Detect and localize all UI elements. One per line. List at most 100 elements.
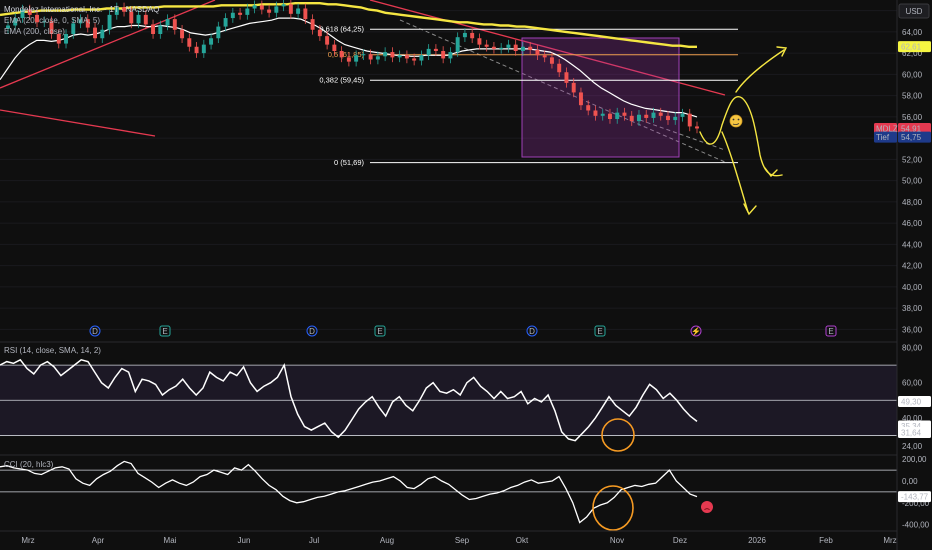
time-axis-label[interactable]: Mai bbox=[164, 536, 177, 545]
candle-body[interactable] bbox=[564, 72, 569, 83]
candle-body[interactable] bbox=[695, 126, 699, 129]
candle-body[interactable] bbox=[549, 57, 554, 64]
candle-body[interactable] bbox=[165, 19, 170, 26]
candle-body[interactable] bbox=[637, 114, 641, 122]
candle-body[interactable] bbox=[455, 37, 460, 53]
candle-body[interactable] bbox=[629, 115, 634, 122]
rsi-label[interactable]: RSI (14, close, SMA, 14, 2) bbox=[4, 345, 101, 356]
candle-body[interactable] bbox=[680, 113, 685, 117]
candle-body[interactable] bbox=[520, 46, 525, 51]
candle-body[interactable] bbox=[615, 112, 620, 119]
candle-body[interactable] bbox=[180, 29, 185, 39]
ema20-legend[interactable]: EMA (20, close, 0, SMA, 5) bbox=[4, 15, 159, 26]
candle-body[interactable] bbox=[230, 12, 235, 19]
candle-body[interactable] bbox=[296, 8, 301, 14]
candle-body[interactable] bbox=[259, 5, 264, 10]
candle-body[interactable] bbox=[513, 44, 518, 51]
time-axis-label[interactable]: 2026 bbox=[748, 536, 766, 545]
candle-body[interactable] bbox=[194, 46, 199, 54]
candle-body[interactable] bbox=[651, 112, 656, 118]
candle-body[interactable] bbox=[245, 8, 250, 15]
candle-body[interactable] bbox=[361, 54, 366, 56]
candle-body[interactable] bbox=[390, 52, 395, 58]
candle-body[interactable] bbox=[607, 113, 612, 119]
candle-body[interactable] bbox=[339, 51, 344, 58]
price-badge[interactable]: 31,64 bbox=[898, 427, 931, 439]
time-axis-label[interactable]: Feb bbox=[819, 536, 833, 545]
time-axis-label[interactable]: Sep bbox=[455, 536, 470, 545]
time-axis-label[interactable]: Jul bbox=[309, 536, 319, 545]
candle-body[interactable] bbox=[368, 54, 373, 60]
price-badge[interactable]: -143,77 bbox=[898, 491, 931, 503]
candle-body[interactable] bbox=[223, 18, 228, 27]
time-axis-label[interactable]: Aug bbox=[380, 536, 394, 545]
price-badge[interactable]: 62,61 bbox=[898, 41, 931, 53]
candle-body[interactable] bbox=[441, 51, 446, 59]
event-marker[interactable]: ⚡ bbox=[690, 325, 702, 337]
time-axis-label[interactable]: Mrz bbox=[883, 536, 896, 545]
candle-body[interactable] bbox=[586, 105, 591, 111]
candle-body[interactable] bbox=[209, 38, 214, 45]
candle-body[interactable] bbox=[216, 26, 221, 39]
price-axis[interactable] bbox=[897, 0, 932, 550]
candle-body[interactable] bbox=[506, 44, 511, 48]
candle-body[interactable] bbox=[354, 55, 359, 62]
candle-body[interactable] bbox=[172, 19, 177, 30]
candle-body[interactable] bbox=[201, 44, 206, 54]
candle-body[interactable] bbox=[288, 4, 293, 14]
candle-body[interactable] bbox=[593, 110, 598, 116]
candle-body[interactable] bbox=[528, 46, 533, 50]
candle-body[interactable] bbox=[252, 5, 257, 9]
candle-body[interactable] bbox=[397, 55, 402, 58]
candle-body[interactable] bbox=[557, 63, 562, 73]
candle-body[interactable] bbox=[310, 19, 315, 30]
candle-body[interactable] bbox=[491, 46, 496, 49]
candle-body[interactable] bbox=[433, 48, 438, 51]
trading-chart[interactable]: 0,618 (64,25)0,5 (61,85)0,382 (59,45)0 (… bbox=[0, 0, 932, 550]
price-badge[interactable]: 54,75 Tief bbox=[874, 131, 931, 143]
candle-body[interactable] bbox=[658, 112, 663, 116]
candle-body[interactable] bbox=[238, 12, 243, 15]
candle-body[interactable] bbox=[303, 8, 308, 20]
candle-body[interactable] bbox=[412, 58, 417, 61]
candle-body[interactable] bbox=[542, 55, 547, 58]
time-axis-label[interactable]: Dez bbox=[673, 536, 687, 545]
candle-body[interactable] bbox=[317, 29, 322, 37]
candle-body[interactable] bbox=[325, 36, 330, 45]
candle-body[interactable] bbox=[375, 56, 380, 60]
time-axis-label[interactable]: Okt bbox=[516, 536, 529, 545]
candle-body[interactable] bbox=[462, 32, 467, 38]
candle-body[interactable] bbox=[470, 32, 475, 39]
candle-body[interactable] bbox=[332, 44, 337, 51]
candle-body[interactable] bbox=[448, 52, 453, 59]
candle-body[interactable] bbox=[578, 92, 583, 106]
candle-body[interactable] bbox=[267, 9, 272, 13]
time-axis-label[interactable]: Jun bbox=[238, 536, 251, 545]
time-axis-label[interactable]: Apr bbox=[92, 536, 105, 545]
candle-body[interactable] bbox=[346, 57, 351, 62]
candle-body[interactable] bbox=[600, 113, 605, 116]
candle-body[interactable] bbox=[622, 112, 627, 116]
candle-body[interactable] bbox=[404, 55, 409, 59]
candle-body[interactable] bbox=[383, 52, 388, 57]
candle-body[interactable] bbox=[673, 116, 678, 121]
candle-body[interactable] bbox=[274, 6, 279, 13]
candle-body[interactable] bbox=[419, 55, 424, 61]
ema200-legend[interactable]: EMA (200, close) bbox=[4, 26, 159, 37]
candle-body[interactable] bbox=[187, 38, 192, 47]
cci-label[interactable]: CCI (20, hlc3) bbox=[4, 459, 53, 470]
candle-body[interactable] bbox=[666, 115, 670, 121]
candle-body[interactable] bbox=[535, 49, 540, 56]
candle-body[interactable] bbox=[484, 44, 489, 47]
candle-body[interactable] bbox=[571, 82, 576, 93]
candle-body[interactable] bbox=[687, 113, 692, 127]
time-axis-label[interactable]: Mrz bbox=[21, 536, 34, 545]
candle-body[interactable] bbox=[426, 48, 431, 56]
candle-body[interactable] bbox=[644, 114, 649, 118]
candle-body[interactable] bbox=[477, 38, 482, 45]
price-badge[interactable]: 49,30 bbox=[898, 395, 931, 407]
candle-body[interactable] bbox=[499, 47, 504, 49]
candle-body[interactable] bbox=[281, 4, 286, 7]
time-axis-label[interactable]: Nov bbox=[610, 536, 624, 545]
symbol-title[interactable]: Mondelez International, Inc. · 1T · NASD… bbox=[4, 4, 159, 15]
